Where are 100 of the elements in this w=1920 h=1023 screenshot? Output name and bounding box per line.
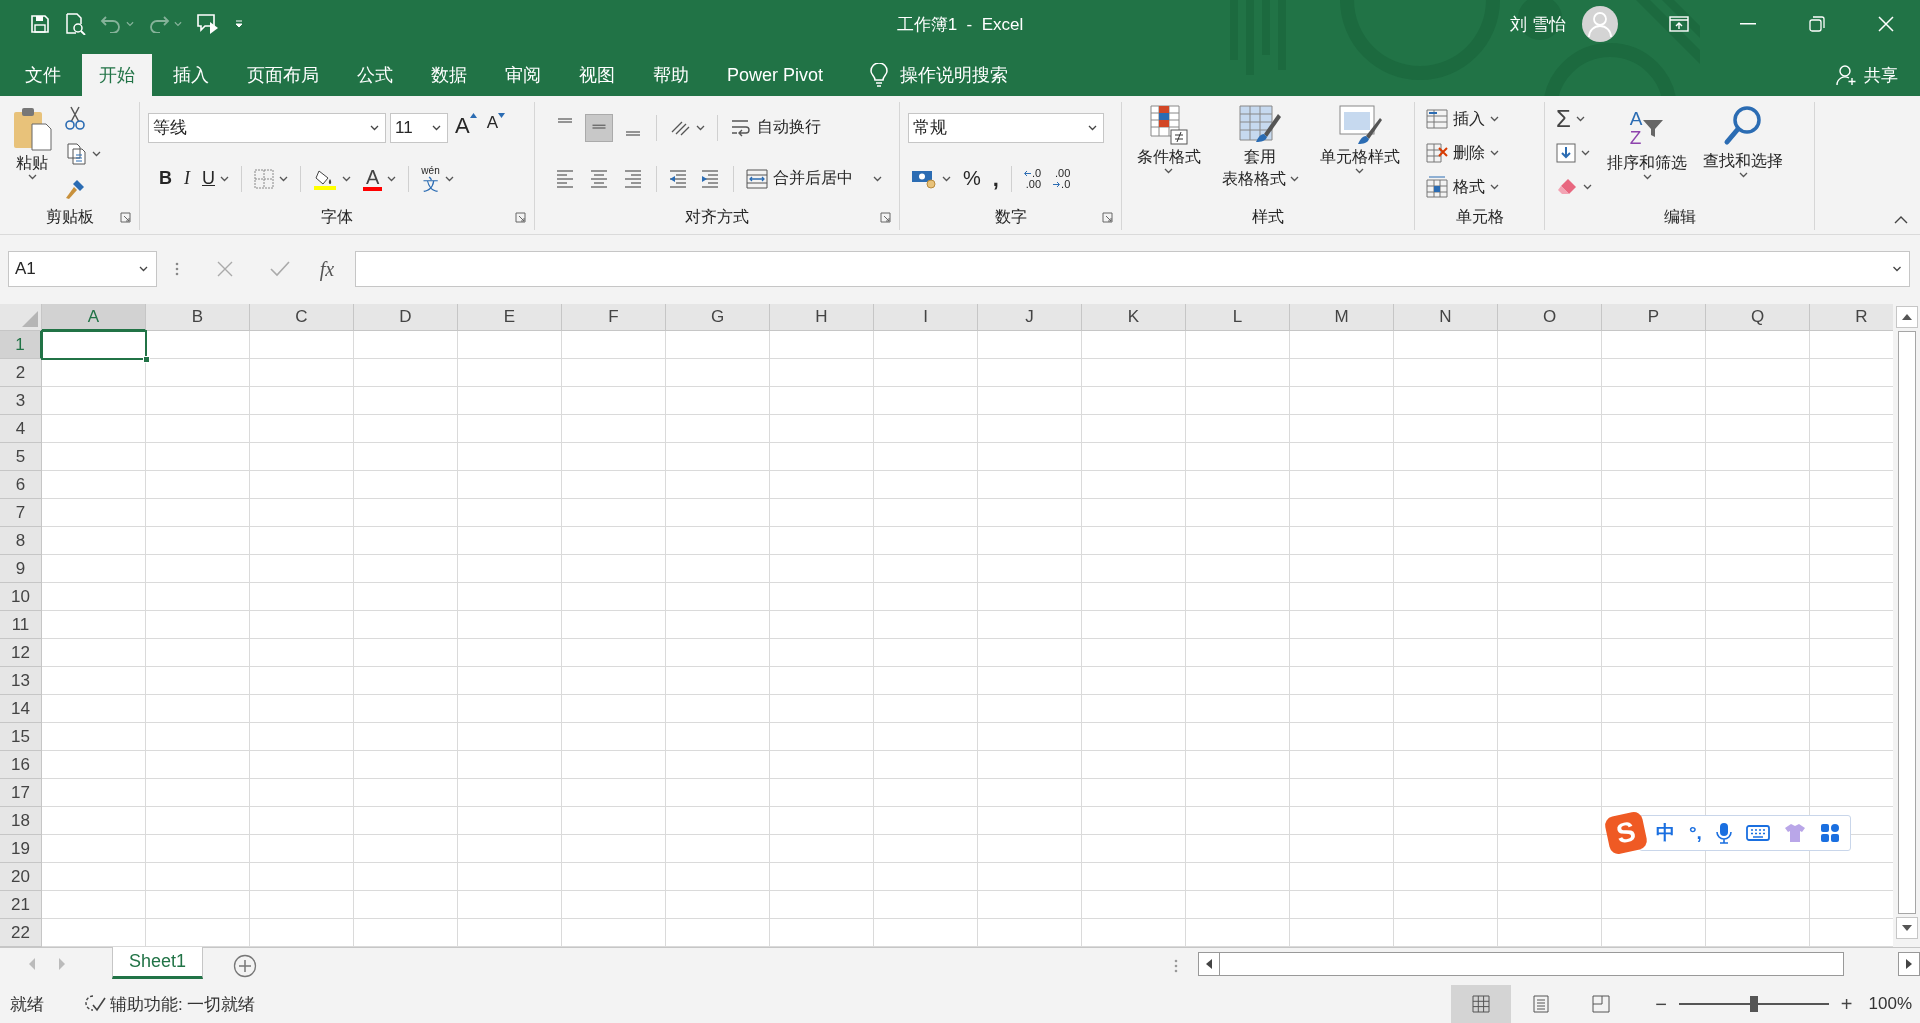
column-header[interactable]: O — [1498, 304, 1602, 331]
row-header[interactable]: 14 — [0, 695, 42, 723]
column-header[interactable]: I — [874, 304, 978, 331]
customize-toolbar-icon[interactable] — [234, 19, 244, 29]
name-box[interactable]: A1 — [8, 251, 157, 287]
share-button[interactable]: 共享 — [1836, 54, 1898, 96]
row-header[interactable]: 9 — [0, 555, 42, 583]
insert-button[interactable]: 插入 — [1423, 104, 1502, 134]
dialog-launcher-icon[interactable] — [1102, 211, 1113, 223]
increase-decimal-button[interactable]: .0 .00 — [1020, 163, 1045, 194]
accessibility-check-icon[interactable] — [84, 994, 106, 1014]
ribbon-tab[interactable]: 审阅 — [488, 54, 558, 96]
touch-mode-icon[interactable] — [196, 13, 220, 35]
underline-button[interactable]: U — [199, 163, 232, 194]
row-header[interactable]: 17 — [0, 779, 42, 807]
middle-align-icon[interactable] — [585, 113, 613, 142]
comma-style-button[interactable]: , — [989, 163, 1002, 194]
row-header[interactable]: 15 — [0, 723, 42, 751]
column-header[interactable]: J — [978, 304, 1082, 331]
slider-thumb[interactable] — [1749, 996, 1758, 1012]
row-header[interactable]: 16 — [0, 751, 42, 779]
row-header[interactable]: 19 — [0, 835, 42, 863]
ribbon-display-options-icon[interactable] — [1668, 16, 1689, 32]
column-header[interactable]: Q — [1706, 304, 1810, 331]
sheet-tab[interactable]: Sheet1 — [112, 947, 204, 979]
apps-icon[interactable] — [1819, 823, 1840, 843]
column-header[interactable]: C — [250, 304, 354, 331]
merge-center-button[interactable]: 合并后居中 — [743, 163, 885, 194]
ribbon-tab[interactable]: 视图 — [562, 54, 632, 96]
scroll-right-button[interactable] — [1898, 952, 1920, 976]
more-options-icon[interactable] — [1174, 959, 1178, 973]
normal-view-button[interactable] — [1451, 985, 1512, 1023]
column-header[interactable]: K — [1082, 304, 1186, 331]
zoom-in-button[interactable]: + — [1840, 992, 1853, 1016]
row-header[interactable]: 12 — [0, 639, 42, 667]
save-icon[interactable] — [30, 14, 50, 34]
row-header[interactable]: 21 — [0, 891, 42, 919]
ribbon-tab[interactable]: 数据 — [414, 54, 484, 96]
avatar-icon[interactable] — [1582, 6, 1618, 42]
collapse-ribbon-icon[interactable] — [1894, 216, 1908, 224]
column-header[interactable]: D — [354, 304, 458, 331]
font-size-dropdown[interactable]: 11 — [390, 112, 448, 143]
row-header[interactable]: 6 — [0, 471, 42, 499]
shrink-font-button[interactable]: A — [483, 112, 509, 143]
scroll-up-button[interactable] — [1895, 306, 1918, 328]
dialog-launcher-icon[interactable] — [880, 211, 891, 223]
scrollbar-thumb[interactable] — [1220, 952, 1844, 976]
row-header[interactable]: 13 — [0, 667, 42, 695]
tell-me-search[interactable]: 操作说明搜索 — [900, 63, 1009, 87]
row-header[interactable]: 4 — [0, 415, 42, 443]
column-header[interactable]: E — [458, 304, 562, 331]
ribbon-tab[interactable]: Power Pivot — [710, 54, 841, 96]
find-select-button[interactable]: 查找和选择 — [1699, 102, 1787, 204]
ribbon-tab[interactable]: 页面布局 — [230, 54, 336, 96]
row-header[interactable]: 3 — [0, 387, 42, 415]
row-header[interactable]: 1 — [0, 331, 42, 359]
zoom-level[interactable]: 100% — [1868, 994, 1912, 1014]
column-header[interactable]: N — [1394, 304, 1498, 331]
ribbon-tab[interactable]: 公式 — [340, 54, 410, 96]
close-icon[interactable] — [1877, 16, 1894, 32]
paste-button[interactable]: 粘贴 — [8, 102, 56, 204]
number-format-dropdown[interactable]: 常规 — [908, 112, 1104, 143]
restore-icon[interactable] — [1808, 16, 1825, 32]
column-header[interactable]: H — [770, 304, 874, 331]
column-header[interactable]: L — [1186, 304, 1290, 331]
ribbon-tab[interactable]: 插入 — [156, 54, 226, 96]
ribbon-tab[interactable]: 文件 — [8, 54, 78, 96]
zoom-slider[interactable] — [1678, 996, 1829, 1012]
print-preview-icon[interactable] — [64, 13, 86, 35]
column-header[interactable]: P — [1602, 304, 1706, 331]
column-header[interactable]: B — [146, 304, 250, 331]
formula-input[interactable] — [355, 251, 1910, 287]
phonetic-guide-button[interactable]: wén 文 — [418, 163, 457, 194]
insert-function-button[interactable]: fx — [307, 257, 347, 281]
font-color-button[interactable]: A — [360, 163, 400, 194]
minimize-icon[interactable] — [1739, 23, 1756, 25]
ime-mode-button[interactable]: 中 — [1656, 820, 1675, 846]
row-header[interactable]: 20 — [0, 863, 42, 891]
column-header[interactable]: F — [562, 304, 666, 331]
autosum-button[interactable]: Σ — [1553, 104, 1595, 134]
row-header[interactable]: 8 — [0, 527, 42, 555]
column-header[interactable]: R — [1810, 304, 1893, 331]
ribbon-tab[interactable]: 开始 — [82, 54, 152, 96]
row-header[interactable]: 10 — [0, 583, 42, 611]
decrease-decimal-button[interactable]: .00 .0 — [1050, 163, 1074, 194]
grow-font-button[interactable]: A — [452, 112, 480, 143]
ribbon-tab[interactable]: 帮助 — [636, 54, 706, 96]
scrollbar-thumb[interactable] — [1897, 331, 1916, 914]
delete-button[interactable]: 删除 — [1423, 138, 1502, 168]
punctuation-button[interactable]: °, — [1689, 822, 1702, 844]
row-header[interactable]: 22 — [0, 919, 42, 947]
column-header[interactable]: M — [1290, 304, 1394, 331]
row-header[interactable]: 2 — [0, 359, 42, 387]
sort-filter-button[interactable]: A Z 排序和筛选 — [1603, 102, 1691, 204]
dialog-launcher-icon[interactable] — [120, 211, 131, 223]
font-name-dropdown[interactable]: 等线 — [148, 112, 386, 143]
row-header[interactable]: 7 — [0, 499, 42, 527]
row-header[interactable]: 18 — [0, 807, 42, 835]
more-options-icon[interactable] — [175, 262, 179, 276]
row-header[interactable]: 5 — [0, 443, 42, 471]
